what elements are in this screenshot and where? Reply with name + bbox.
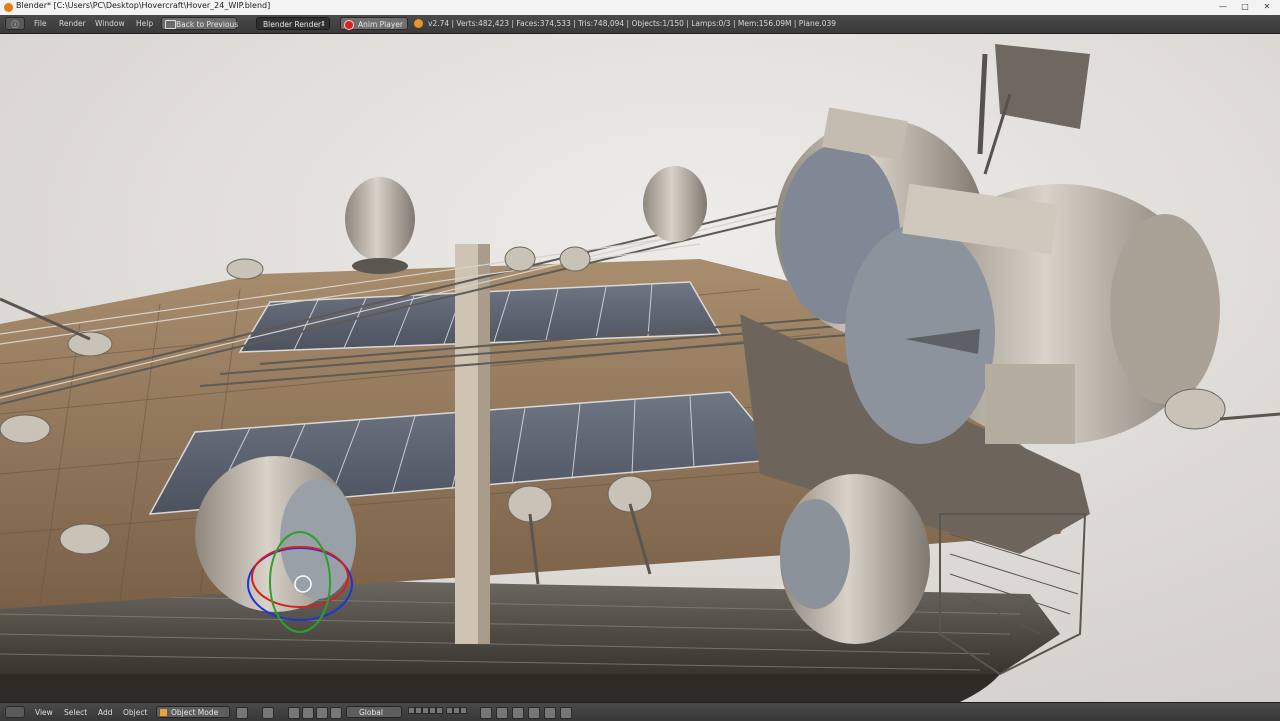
render-engine-select[interactable]: Blender Render ⇕ xyxy=(256,17,330,30)
screen-back-icon xyxy=(165,20,176,29)
menu-file[interactable]: File xyxy=(34,19,47,28)
editor-type-icon[interactable]: ⓘ xyxy=(5,17,25,30)
viewport-header: View Select Add Object Object Mode Globa… xyxy=(0,702,1280,721)
stats-blender-icon xyxy=(414,19,423,28)
menu-help[interactable]: Help xyxy=(136,19,153,28)
rotate-icon[interactable] xyxy=(316,707,328,719)
object-mode-cube-icon xyxy=(160,709,167,716)
window-title-bar: Blender* [C:\Users\PC\Desktop\Hovercraft… xyxy=(0,0,1280,16)
back-to-previous-label: Back to Previous xyxy=(176,20,239,29)
layer-box[interactable] xyxy=(460,707,467,714)
layer-box[interactable] xyxy=(446,707,453,714)
back-to-previous-button[interactable]: Back to Previous xyxy=(161,17,239,30)
translate-icon[interactable] xyxy=(302,707,314,719)
anim-player-button[interactable]: Anim Player xyxy=(340,17,408,30)
scene-stats: v2.74 | Verts:482,423 | Faces:374,533 | … xyxy=(428,19,837,28)
pivot-icon[interactable] xyxy=(262,707,274,719)
blender-logo-icon xyxy=(4,3,13,12)
layer-box[interactable] xyxy=(408,707,415,714)
lock-layers-icon[interactable] xyxy=(480,707,492,719)
manipulator-toggle-icon[interactable] xyxy=(288,707,300,719)
menu-select[interactable]: Select xyxy=(64,708,87,717)
object-mode-label: Object Mode xyxy=(171,708,219,717)
hovercraft-render xyxy=(0,34,1280,702)
orientation-select[interactable]: Global xyxy=(346,706,402,718)
maximize-button[interactable]: □ xyxy=(1238,2,1252,12)
orientation-label: Global xyxy=(359,708,383,717)
layer-box[interactable] xyxy=(422,707,429,714)
snap-element-icon[interactable] xyxy=(528,707,540,719)
snap-icon[interactable] xyxy=(512,707,524,719)
menu-add[interactable]: Add xyxy=(98,708,113,717)
render-preview-icon[interactable] xyxy=(544,707,556,719)
proportional-edit-icon[interactable] xyxy=(496,707,508,719)
minimize-button[interactable]: — xyxy=(1216,2,1230,12)
chevron-updown-icon: ⇕ xyxy=(320,20,326,28)
scale-icon[interactable] xyxy=(330,707,342,719)
layer-box[interactable] xyxy=(415,707,422,714)
info-header: ⓘ File Render Window Help Back to Previo… xyxy=(0,15,1280,34)
menu-object[interactable]: Object xyxy=(123,708,147,717)
layer-box[interactable] xyxy=(429,707,436,714)
menu-view[interactable]: View xyxy=(35,708,53,717)
render-engine-label: Blender Render xyxy=(263,20,322,29)
view3d-icon[interactable] xyxy=(5,706,25,718)
menu-window[interactable]: Window xyxy=(95,19,125,28)
record-icon xyxy=(344,20,354,30)
object-mode-select[interactable]: Object Mode xyxy=(156,706,230,718)
camera-icon[interactable] xyxy=(560,707,572,719)
close-button[interactable]: ✕ xyxy=(1260,2,1274,12)
layer-box[interactable] xyxy=(436,707,443,714)
window-title: Blender* [C:\Users\PC\Desktop\Hovercraft… xyxy=(16,1,271,10)
anim-player-label: Anim Player xyxy=(358,20,403,29)
menu-render[interactable]: Render xyxy=(59,19,86,28)
shading-icon[interactable] xyxy=(236,707,248,719)
layer-box[interactable] xyxy=(453,707,460,714)
3d-viewport[interactable] xyxy=(0,34,1280,702)
